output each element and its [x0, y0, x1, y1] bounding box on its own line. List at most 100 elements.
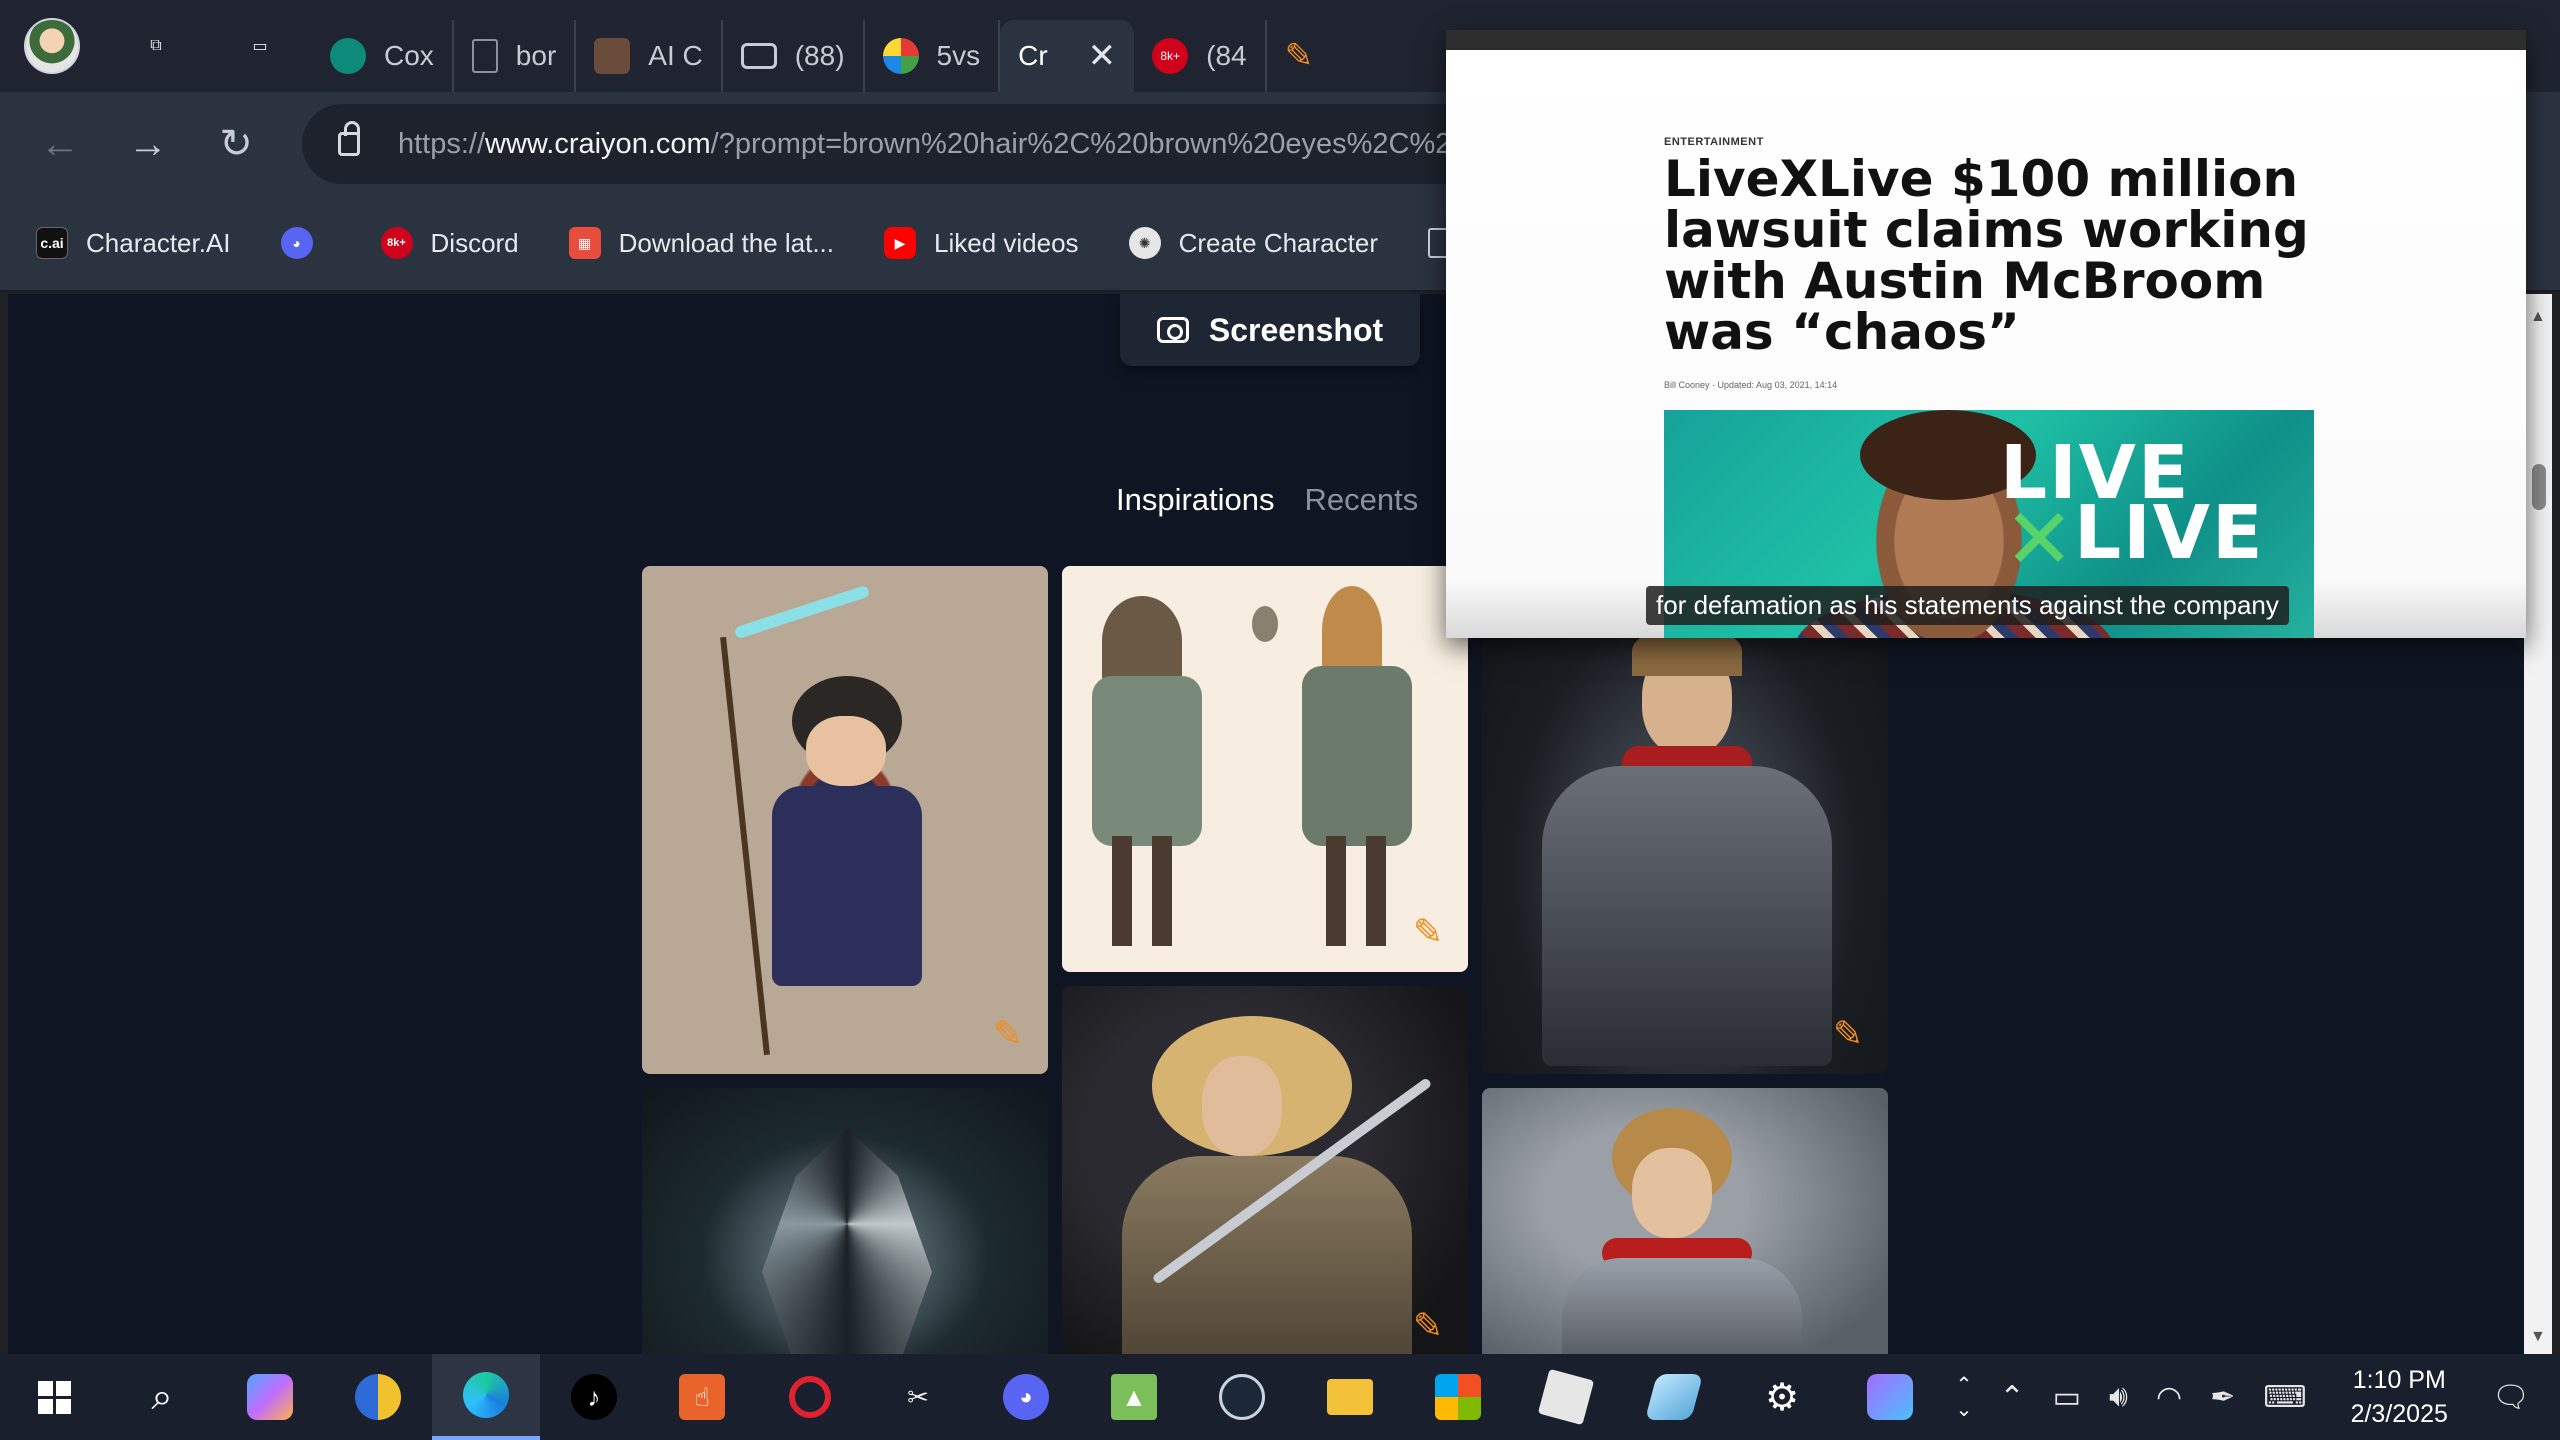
profile-avatar [24, 18, 80, 74]
touch-app-icon[interactable]: ☝ [648, 1354, 756, 1440]
edge-browser-icon[interactable] [432, 1354, 540, 1440]
face-shape [806, 716, 886, 786]
lock-icon[interactable] [338, 121, 360, 156]
openai-icon: ✺ [1128, 227, 1161, 259]
taskbar-overflow-icon[interactable]: ⌃ ⌄ [1944, 1354, 1984, 1440]
snipping-tool-icon[interactable]: ✂ [864, 1354, 972, 1440]
logo-x-icon: ✕ [2004, 492, 2075, 586]
armor-shape [1122, 1156, 1412, 1354]
scroll-thumb[interactable] [2532, 464, 2546, 510]
spiked-helmet-shape [762, 1128, 932, 1354]
egg-shape [1252, 606, 1278, 642]
image-editor-icon[interactable]: ▲ [1080, 1354, 1188, 1440]
search-icon[interactable]: ⌕ [108, 1354, 216, 1440]
coat-shape [772, 786, 922, 986]
tab-label: bor [515, 40, 557, 71]
bookmark-create-character[interactable]: ✺ Create Character [1128, 227, 1378, 259]
gallery-image-dark-armor[interactable] [642, 1088, 1048, 1354]
clock[interactable]: 1:10 PM 2/3/2025 [2351, 1363, 2448, 1431]
tab-cox[interactable]: Cox [312, 20, 454, 92]
video-caption: for defamation as his statements against… [1646, 586, 2289, 625]
edit-pencil-icon[interactable]: ✎ [1406, 1304, 1450, 1348]
taskbar: ⌕ ♪ ☝ ✂ ◕ ▲ ⚙ ⌃ ⌄ ⌃ ▭ 🔊︎ ◠ ✒ ⌨ 1:10 PM 2/… [0, 1354, 2560, 1440]
volume-icon[interactable]: 🔊︎ [2109, 1380, 2128, 1414]
tab-ai[interactable]: AI C [576, 20, 723, 92]
url-prefix: https:// [398, 127, 486, 160]
keyboard-icon[interactable]: ⌨ [2263, 1380, 2306, 1415]
tab-bor[interactable]: bor [454, 20, 577, 92]
cloak-shape [1302, 666, 1412, 846]
tab-inspirations[interactable]: Inspirations [1116, 482, 1275, 518]
bookmark-discord-icon-only[interactable]: ◕ [280, 227, 331, 259]
settings-gear-icon[interactable]: ⚙ [1728, 1354, 1836, 1440]
scroll-up-icon[interactable]: ▲ [2530, 308, 2546, 326]
microsoft-store-icon[interactable] [1404, 1354, 1512, 1440]
tab-84[interactable]: 8k+ (84 [1134, 20, 1267, 92]
tab-label: 5vs [936, 40, 981, 71]
armor-shape [1542, 766, 1832, 1066]
file-explorer-icon[interactable] [1296, 1354, 1404, 1440]
tab-5vs[interactable]: 5vs [865, 20, 1001, 92]
pen-icon[interactable]: ✒ [2210, 1380, 2235, 1415]
close-tab-icon[interactable]: ✕ [1088, 36, 1117, 76]
battery-icon[interactable]: ▭ [2053, 1380, 2081, 1415]
bookmark-download[interactable]: ▦ Download the lat... [568, 227, 834, 259]
edit-pencil-icon[interactable]: ✎ [1826, 1012, 1870, 1056]
discord-icon: ◕ [280, 227, 313, 259]
screenshot-label: Screenshot [1208, 311, 1384, 348]
bookmark-liked-videos[interactable]: ▶ Liked videos [884, 227, 1079, 259]
tab-recents[interactable]: Recents [1305, 482, 1419, 518]
start-windows-icon[interactable] [0, 1354, 108, 1440]
notifications-icon[interactable]: 🗨︎ [2492, 1380, 2530, 1415]
wifi-icon[interactable]: ◠ [2156, 1380, 2182, 1415]
tab-label: Cr [1018, 40, 1048, 71]
anime-app-icon[interactable] [1836, 1354, 1944, 1440]
glass-app-icon[interactable] [1620, 1354, 1728, 1440]
forward-arrow-icon[interactable]: → [104, 100, 192, 188]
scroll-down-icon[interactable]: ▼ [2530, 1328, 2546, 1346]
tab-label: Cox [384, 40, 434, 71]
pip-title-bar[interactable] [1446, 30, 2526, 50]
screenshot-button[interactable]: Screenshot [1120, 294, 1420, 366]
page-scrollbar[interactable]: ▲ ▼ [2524, 294, 2552, 1354]
discord-icon[interactable]: ◕ [972, 1354, 1080, 1440]
gallery-tabs: Inspirations Recents [1116, 482, 1448, 518]
tab-label: (84 [1206, 40, 1247, 71]
tab-actions-icon[interactable]: ▭ [208, 0, 312, 92]
tab-label: AI C [648, 40, 703, 71]
article-headline: LiveXLive $100 million lawsuit claims wo… [1664, 150, 2309, 361]
roblox-icon[interactable] [1512, 1354, 1620, 1440]
leg-shape [1112, 836, 1132, 946]
weather-app-icon[interactable] [324, 1354, 432, 1440]
bookmark-discord[interactable]: 8k+ Discord [380, 227, 519, 259]
show-hidden-icons-chevron-icon[interactable]: ⌃ [2000, 1380, 2025, 1415]
url-host: www.craiyon.com [485, 127, 711, 160]
gallery-image-scythe-boy[interactable]: ✎ [642, 566, 1048, 1074]
profile-button[interactable] [0, 0, 104, 92]
copilot-icon[interactable] [216, 1354, 324, 1440]
bookmark-label: Liked videos [934, 227, 1079, 258]
bookmark-label: Character.AI [86, 227, 231, 258]
logo-text-bottom: LIVE [2074, 490, 2265, 576]
gallery-image-character-sheet[interactable]: ✎ [1062, 566, 1468, 972]
calendar-icon: ▦ [568, 227, 601, 259]
tab-pencil[interactable]: ✎ [1267, 20, 1332, 92]
gallery-image-young-knight[interactable] [1482, 1088, 1888, 1354]
workspaces-icon[interactable]: ⧉ [104, 0, 208, 92]
edit-pencil-icon[interactable]: ✎ [1406, 910, 1450, 954]
bookmark-character-ai[interactable]: c.ai Character.AI [36, 227, 231, 259]
opera-icon[interactable] [756, 1354, 864, 1440]
gallery-image-blonde-knight[interactable]: ✎ [1062, 986, 1468, 1354]
tab-88[interactable]: (88) [723, 20, 865, 92]
edit-pencil-icon[interactable]: ✎ [986, 1012, 1030, 1056]
tab-craiyon-active[interactable]: Cr ✕ [1000, 20, 1135, 92]
refresh-icon[interactable]: ↻ [192, 100, 280, 188]
steam-icon[interactable] [1188, 1354, 1296, 1440]
clock-time: 1:10 PM [2352, 1366, 2446, 1394]
camera-icon [1156, 317, 1189, 343]
clock-date: 2/3/2025 [2350, 1400, 2448, 1428]
tiktok-icon[interactable]: ♪ [540, 1354, 648, 1440]
back-arrow-icon[interactable]: ← [16, 100, 104, 188]
picture-in-picture-video[interactable]: ENTERTAINMENT LiveXLive $100 million law… [1446, 30, 2526, 638]
gallery-image-armored-knight[interactable]: ✎ [1482, 566, 1888, 1074]
